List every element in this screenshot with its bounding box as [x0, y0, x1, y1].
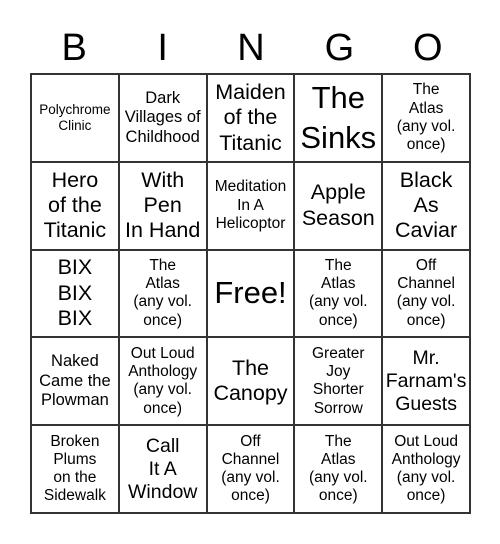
bingo-cell[interactable]: The Atlas (any vol. once) [294, 249, 383, 338]
bingo-cell[interactable]: The Atlas (any vol. once) [382, 74, 470, 162]
header-letter-n: N [237, 27, 265, 69]
bingo-cell[interactable]: Black As Caviar [382, 161, 470, 250]
header-letter-b: B [61, 27, 87, 69]
bingo-cell[interactable]: The Canopy [206, 337, 295, 426]
bingo-cell[interactable]: With Pen In Hand [118, 161, 207, 250]
bingo-cell[interactable]: Naked Came the Plowman [31, 337, 119, 426]
bingo-cell[interactable]: The Atlas (any vol. once) [294, 425, 383, 513]
header-letter-g: G [324, 27, 355, 69]
bingo-header: B I N G O [30, 22, 472, 74]
bingo-cell[interactable]: Out Loud Anthology (any vol. once) [118, 337, 207, 426]
bingo-cell[interactable]: The Sinks [294, 74, 383, 162]
header-letter-i: I [157, 27, 168, 69]
bingo-cell[interactable]: The Atlas (any vol. once) [118, 249, 207, 338]
bingo-cell[interactable]: Polychrome Clinic [31, 74, 119, 162]
bingo-cell[interactable]: BIX BIX BIX [31, 249, 119, 338]
bingo-cell[interactable]: Off Channel (any vol. once) [382, 249, 470, 338]
bingo-cell[interactable]: Out Loud Anthology (any vol. once) [382, 425, 470, 513]
bingo-cell[interactable]: Mr. Farnam's Guests [382, 337, 470, 426]
bingo-grid: Polychrome Clinic Dark Villages of Child… [30, 73, 471, 514]
bingo-cell[interactable]: Broken Plums on the Sidewalk [31, 425, 119, 513]
free-space-cell[interactable]: Free! [206, 249, 295, 338]
bingo-cell[interactable]: Meditation In A Helicoptor [206, 161, 295, 250]
bingo-cell[interactable]: Greater Joy Shorter Sorrow [294, 337, 383, 426]
bingo-cell[interactable]: Hero of the Titanic [31, 161, 119, 250]
bingo-cell[interactable]: Off Channel (any vol. once) [206, 425, 295, 513]
header-letter-o: O [413, 27, 443, 69]
bingo-cell[interactable]: Maiden of the Titanic [206, 74, 295, 162]
bingo-cell[interactable]: Call It A Window [118, 425, 207, 513]
bingo-cell[interactable]: Apple Season [294, 161, 383, 250]
bingo-cell[interactable]: Dark Villages of Childhood [118, 74, 207, 162]
